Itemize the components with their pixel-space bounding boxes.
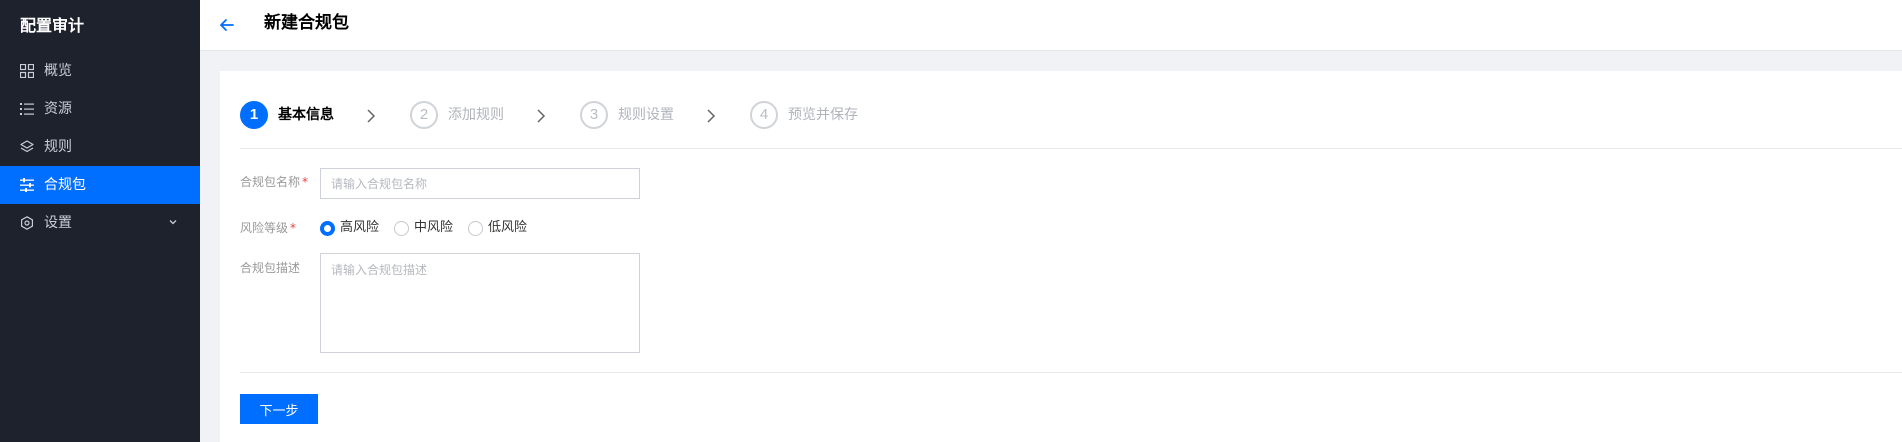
radio-label: 中风险	[414, 220, 454, 235]
divider	[240, 372, 1902, 373]
radio-label: 低风险	[488, 220, 528, 235]
sidebar: 配置审计 概览 资源 规则 合规包 设置	[0, 0, 200, 442]
settings-icon	[21, 216, 33, 230]
step-number: 4	[750, 101, 778, 129]
chevron-right-icon	[707, 109, 716, 123]
pack-description-input[interactable]	[320, 253, 640, 353]
sidebar-item-label: 规则	[44, 139, 72, 155]
radio-dot	[468, 221, 483, 236]
step-label: 添加规则	[448, 107, 504, 123]
radio-label: 高风险	[340, 220, 380, 235]
chevron-right-icon	[537, 109, 546, 123]
sidebar-item-settings[interactable]: 设置	[0, 204, 200, 242]
label-text: 合规包名称	[240, 175, 301, 189]
arrow-left-icon[interactable]	[216, 14, 238, 36]
layers-icon	[20, 140, 34, 153]
grid-icon	[20, 64, 34, 78]
sidebar-item-label: 合规包	[44, 177, 86, 193]
step-label: 规则设置	[618, 107, 674, 123]
label-text: 风险等级	[240, 221, 289, 235]
radio-dot	[320, 221, 335, 236]
sliders-icon	[20, 178, 34, 192]
risk-level-label: 风险等级 *	[240, 213, 296, 243]
radio-dot	[394, 221, 409, 236]
main-card: 1 基本信息 2 添加规则 3 规则设置 4 预览并保存 合规包名称 * 请输入…	[220, 71, 1902, 442]
pack-description-label: 合规包描述	[240, 253, 300, 283]
sidebar-item-label: 资源	[44, 101, 72, 117]
sidebar-item-rules[interactable]: 规则	[0, 128, 200, 166]
divider	[240, 148, 1902, 149]
step-number: 1	[240, 101, 268, 129]
sidebar-item-label: 设置	[44, 215, 72, 231]
chevron-right-icon	[367, 109, 376, 123]
sidebar-item-compliance-packs[interactable]: 合规包	[0, 166, 200, 204]
next-step-button[interactable]: 下一步	[240, 394, 318, 424]
sidebar-item-overview[interactable]: 概览	[0, 52, 200, 90]
step-label: 预览并保存	[788, 107, 858, 123]
step-number: 3	[580, 101, 608, 129]
label-text: 合规包描述	[240, 261, 301, 275]
sidebar-item-resources[interactable]: 资源	[0, 90, 200, 128]
page-header: 新建合规包	[200, 0, 1902, 51]
required-mark: *	[290, 221, 297, 235]
pack-name-label: 合规包名称 *	[240, 167, 308, 197]
required-mark: *	[302, 175, 309, 189]
step-label: 基本信息	[278, 107, 334, 123]
step-number: 2	[410, 101, 438, 129]
list-icon	[20, 103, 34, 115]
app-title: 配置审计	[20, 16, 85, 35]
pack-name-input[interactable]	[320, 168, 640, 199]
chevron-down-icon[interactable]	[168, 217, 178, 227]
page-title: 新建合规包	[264, 13, 349, 33]
sidebar-item-label: 概览	[44, 63, 72, 79]
